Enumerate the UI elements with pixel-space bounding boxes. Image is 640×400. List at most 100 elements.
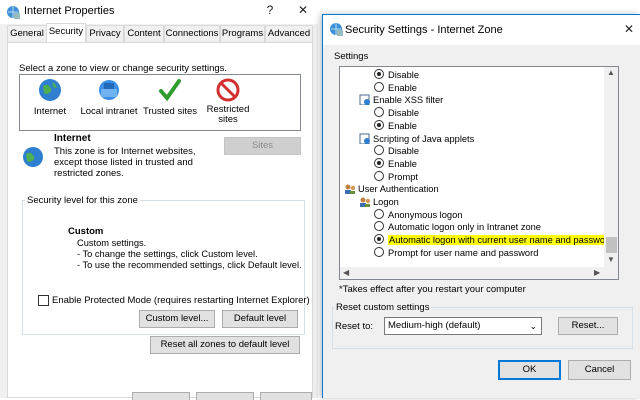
zone-label-local-intranet: Local intranet bbox=[80, 106, 138, 117]
setting-label: Disable bbox=[388, 146, 420, 157]
setting-category: User Authentication bbox=[344, 183, 439, 195]
radio-button[interactable] bbox=[374, 170, 384, 181]
takes-effect-note: *Takes effect after you restart your com… bbox=[339, 284, 526, 295]
setting-label: Enable bbox=[388, 158, 417, 169]
title-bar: Security Settings - Internet Zone ✕ bbox=[323, 15, 640, 45]
users-icon bbox=[345, 184, 355, 195]
setting-option[interactable]: Enable bbox=[374, 157, 417, 170]
scrollbar-corner bbox=[604, 267, 618, 279]
cancel-button[interactable]: Cancel bbox=[568, 360, 631, 380]
setting-option[interactable]: Disable bbox=[374, 145, 419, 157]
window-title: Security Settings - Internet Zone bbox=[345, 24, 503, 36]
setting-category: Enable XSS filter bbox=[359, 94, 443, 106]
custom-description-line: Custom settings. bbox=[77, 238, 147, 248]
radio-button[interactable] bbox=[374, 234, 384, 245]
ok-button[interactable]: OK bbox=[498, 360, 561, 380]
setting-label: Anonymous logon bbox=[388, 209, 463, 220]
tab-general[interactable]: General bbox=[7, 25, 47, 42]
setting-category: Logon bbox=[359, 196, 399, 208]
setting-label: Logon bbox=[373, 197, 399, 207]
bottom-button-partial[interactable] bbox=[260, 392, 312, 400]
setting-option[interactable]: Prompt for user name and password bbox=[374, 246, 539, 259]
radio-button[interactable] bbox=[374, 107, 384, 118]
setting-option[interactable]: Enable bbox=[374, 119, 417, 132]
radio-button[interactable] bbox=[374, 81, 384, 92]
vertical-scrollbar[interactable]: ▲ ▼ bbox=[604, 67, 618, 267]
setting-label: Prompt bbox=[388, 171, 418, 182]
setting-label: Enable bbox=[388, 120, 417, 131]
reset-to-value: Medium-high (default) bbox=[388, 320, 481, 331]
zone-internet[interactable]: Internet bbox=[24, 76, 76, 126]
scroll-down-icon[interactable]: ▼ bbox=[607, 255, 615, 264]
radio-button[interactable] bbox=[374, 208, 384, 219]
setting-option[interactable]: Anonymous logon bbox=[374, 208, 463, 221]
setting-option[interactable]: Automatic logon with current user name a… bbox=[374, 234, 615, 246]
title-bar: Internet Properties ? ✕ bbox=[0, 0, 318, 24]
tab-security[interactable]: Security bbox=[46, 23, 86, 43]
reset-to-select[interactable]: Medium-high (default) ⌄ bbox=[384, 317, 542, 335]
zone-description-line: This zone is for Internet websites, bbox=[54, 146, 196, 157]
custom-level-title: Custom bbox=[68, 226, 104, 237]
bottom-button-partial[interactable] bbox=[132, 392, 190, 400]
security-level-group-title: Security level for this zone bbox=[25, 195, 140, 206]
radio-button[interactable] bbox=[374, 69, 384, 79]
custom-description-line: - To change the settings, click Custom l… bbox=[77, 249, 258, 259]
close-button[interactable]: ✕ bbox=[295, 3, 311, 17]
setting-option[interactable]: Prompt bbox=[374, 170, 418, 183]
radio-button[interactable] bbox=[374, 145, 384, 156]
checkmark-icon bbox=[159, 79, 181, 102]
scroll-right-icon[interactable]: ▶ bbox=[594, 268, 600, 277]
custom-level-description: Custom settings. - To change the setting… bbox=[77, 238, 302, 271]
settings-tree[interactable]: Disable Enable Enable XSS filter Disable Ena… bbox=[339, 66, 619, 280]
no-entry-icon bbox=[216, 78, 240, 102]
settings-page-icon bbox=[359, 133, 370, 144]
sites-button[interactable]: Sites bbox=[224, 137, 301, 155]
close-button[interactable]: ✕ bbox=[621, 22, 637, 36]
reset-all-zones-button[interactable]: Reset all zones to default level bbox=[150, 336, 300, 354]
network-icon bbox=[99, 80, 119, 100]
zone-title: Internet bbox=[54, 133, 91, 144]
custom-description-line: - To use the recommended settings, click… bbox=[77, 260, 302, 270]
reset-button[interactable]: Reset... bbox=[558, 317, 618, 335]
help-button[interactable]: ? bbox=[262, 3, 278, 17]
zone-trusted-sites[interactable]: Trusted sites bbox=[142, 76, 198, 126]
radio-button[interactable] bbox=[374, 119, 384, 130]
protected-mode-label: Enable Protected Mode (requires restarti… bbox=[52, 295, 310, 306]
chevron-down-icon: ⌄ bbox=[529, 321, 537, 331]
setting-option[interactable]: Disable bbox=[374, 69, 419, 81]
setting-label: Enable bbox=[388, 82, 417, 93]
radio-button[interactable] bbox=[374, 221, 384, 232]
zone-prompt: Select a zone to view or change security… bbox=[19, 63, 228, 74]
radio-button[interactable] bbox=[374, 157, 384, 168]
scroll-left-icon[interactable]: ◀ bbox=[343, 268, 349, 277]
bottom-button-partial[interactable] bbox=[196, 392, 254, 400]
setting-option[interactable]: Enable bbox=[374, 81, 417, 94]
users-icon bbox=[360, 197, 370, 207]
zone-description-line: except those listed in trusted and bbox=[54, 157, 193, 168]
setting-option[interactable]: Automatic logon only in Intranet zone bbox=[374, 221, 541, 233]
zone-label-restricted-sites: Restricted sites bbox=[206, 104, 250, 125]
setting-label: Scripting of Java applets bbox=[373, 133, 475, 144]
scrollbar-thumb[interactable] bbox=[606, 237, 617, 253]
internet-properties-window: Internet Properties ? ✕ General Security… bbox=[0, 0, 318, 400]
scroll-up-icon[interactable]: ▲ bbox=[607, 68, 615, 77]
tab-advanced[interactable]: Advanced bbox=[265, 25, 313, 42]
radio-button[interactable] bbox=[374, 246, 384, 257]
tab-connections[interactable]: Connections bbox=[164, 25, 220, 42]
default-level-button[interactable]: Default level bbox=[222, 310, 298, 328]
setting-label: Prompt for user name and password bbox=[388, 247, 539, 258]
protected-mode-checkbox[interactable] bbox=[38, 295, 49, 306]
internet-properties-app-icon bbox=[330, 23, 343, 36]
zone-restricted-sites[interactable]: Restricted sites bbox=[202, 76, 254, 130]
zone-local-intranet[interactable]: Local intranet bbox=[78, 76, 140, 126]
setting-label: Automatic logon only in Intranet zone bbox=[388, 222, 541, 233]
settings-label: Settings bbox=[334, 51, 369, 62]
setting-label: Disable bbox=[388, 108, 420, 119]
horizontal-scrollbar[interactable]: ◀ ▶ bbox=[340, 267, 604, 279]
setting-option[interactable]: Disable bbox=[374, 107, 419, 119]
setting-label: Disable bbox=[388, 70, 420, 80]
tab-content[interactable]: Content bbox=[124, 25, 164, 42]
tab-programs[interactable]: Programs bbox=[220, 25, 265, 42]
custom-level-button[interactable]: Custom level... bbox=[139, 310, 215, 328]
tab-privacy[interactable]: Privacy bbox=[86, 25, 124, 42]
